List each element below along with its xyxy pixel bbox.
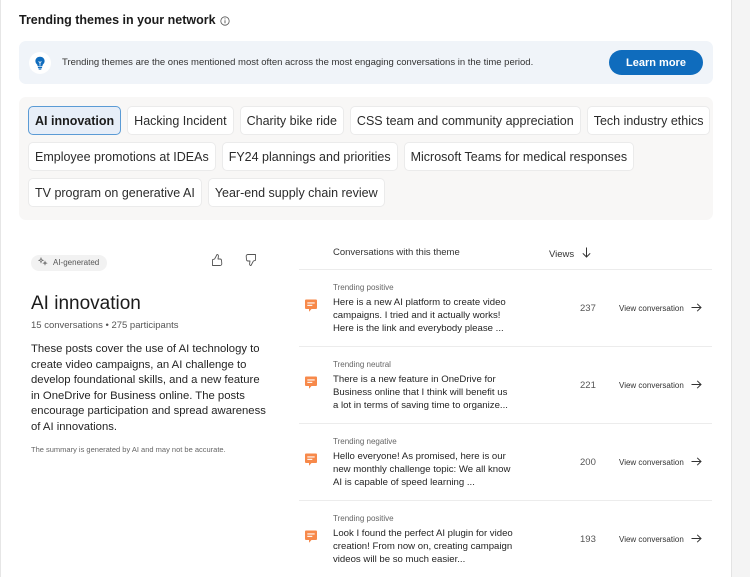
view-conversation-link[interactable]: View conversation [619,303,702,314]
view-count: 193 [580,534,596,545]
view-conversation-label: View conversation [619,304,684,313]
view-conversation-link[interactable]: View conversation [619,457,702,468]
conversation-list-header: Conversations with this theme Views [299,240,712,270]
arrow-right-icon [691,380,702,391]
theme-chip-tech-industry-ethics[interactable]: Tech industry ethics [586,106,711,135]
info-banner: Trending themes are the ones mentioned m… [19,41,713,84]
theme-chip-row: AI innovation Hacking Incident Charity b… [28,106,713,135]
view-conversation-link[interactable]: View conversation [619,380,702,391]
theme-chip-ai-innovation[interactable]: AI innovation [28,106,122,135]
theme-chip-supply-chain[interactable]: Year-end supply chain review [207,178,385,207]
trend-status: Trending positive [333,283,394,292]
conversation-list: Conversations with this theme Views Tren… [299,240,712,577]
page-left-border [0,0,1,577]
theme-chip-fy24-plannings[interactable]: FY24 plannings and priorities [221,142,398,171]
theme-detail: AI-generated AI innovation 15 conversati… [31,253,271,454]
theme-chip-hacking-incident[interactable]: Hacking Incident [127,106,234,135]
trend-status: Trending neutral [333,360,391,369]
conversation-excerpt: Look I found the perfect AI plugin for v… [333,528,513,565]
arrow-right-icon [691,457,702,468]
arrow-right-icon [691,534,702,545]
theme-chip-css-team[interactable]: CSS team and community appreciation [349,106,581,135]
view-conversation-label: View conversation [619,458,684,467]
trend-status: Trending negative [333,437,397,446]
banner-text: Trending themes are the ones mentioned m… [62,57,534,68]
view-count: 221 [580,380,596,391]
theme-chip-tv-program[interactable]: TV program on generative AI [28,178,202,207]
conversation-icon [304,530,318,544]
view-count: 200 [580,457,596,468]
trend-status: Trending positive [333,514,394,523]
view-conversation-link[interactable]: View conversation [619,534,702,545]
theme-chip-teams-medical[interactable]: Microsoft Teams for medical responses [403,142,635,171]
view-conversation-label: View conversation [619,535,684,544]
theme-stats: 15 conversations • 275 participants [31,320,271,331]
conversation-icon [304,299,318,313]
theme-title: AI innovation [31,293,141,314]
theme-chip-employee-promotions[interactable]: Employee promotions at IDEAs [28,142,216,171]
thumbs-up-icon[interactable] [210,253,224,267]
stats-separator: • [105,320,109,331]
lightbulb-icon [29,51,51,74]
page-title: Trending themes in your network [19,13,230,27]
theme-chips-panel: AI innovation Hacking Incident Charity b… [19,97,713,220]
scrollbar-rail[interactable] [731,0,750,577]
arrow-right-icon [691,303,702,314]
theme-chip-row: Employee promotions at IDEAs FY24 planni… [28,142,713,171]
column-header-conversations: Conversations with this theme [333,247,460,258]
views-label: Views [549,248,575,260]
learn-more-button[interactable]: Learn more [609,50,703,75]
theme-chip-charity-bike-ride[interactable]: Charity bike ride [239,106,344,135]
thumbs-down-icon[interactable] [244,253,258,267]
conversation-excerpt: Hello everyone! As promised, here is our… [333,451,511,488]
conversation-excerpt: There is a new feature in OneDrive for B… [333,374,508,411]
conversation-row: Trending positive Look I found the perfe… [299,501,712,577]
column-header-views[interactable]: Views [549,247,591,261]
info-icon[interactable] [219,15,230,26]
ai-disclaimer: The summary is generated by AI and may n… [31,445,226,454]
arrow-down-icon[interactable] [582,247,591,261]
theme-summary: These posts cover the use of AI technolo… [31,343,266,433]
conversation-icon [304,376,318,390]
page-title-text: Trending themes in your network [19,13,216,27]
conversation-row: Trending negative Hello everyone! As pro… [299,424,712,501]
conversation-icon [304,453,318,467]
sparkle-icon [37,256,48,268]
conversation-count: 15 conversations [31,320,103,331]
ai-generated-label: AI-generated [53,258,100,267]
theme-chip-row: TV program on generative AI Year-end sup… [28,178,713,207]
view-count: 237 [580,303,596,314]
feedback-buttons [210,253,258,267]
ai-generated-badge: AI-generated [31,254,108,271]
conversation-row: Trending neutral There is a new feature … [299,347,712,424]
conversation-excerpt: Here is a new AI platform to create vide… [333,297,506,334]
view-conversation-label: View conversation [619,381,684,390]
conversation-row: Trending positive Here is a new AI platf… [299,270,712,347]
participant-count: 275 participants [111,320,179,331]
